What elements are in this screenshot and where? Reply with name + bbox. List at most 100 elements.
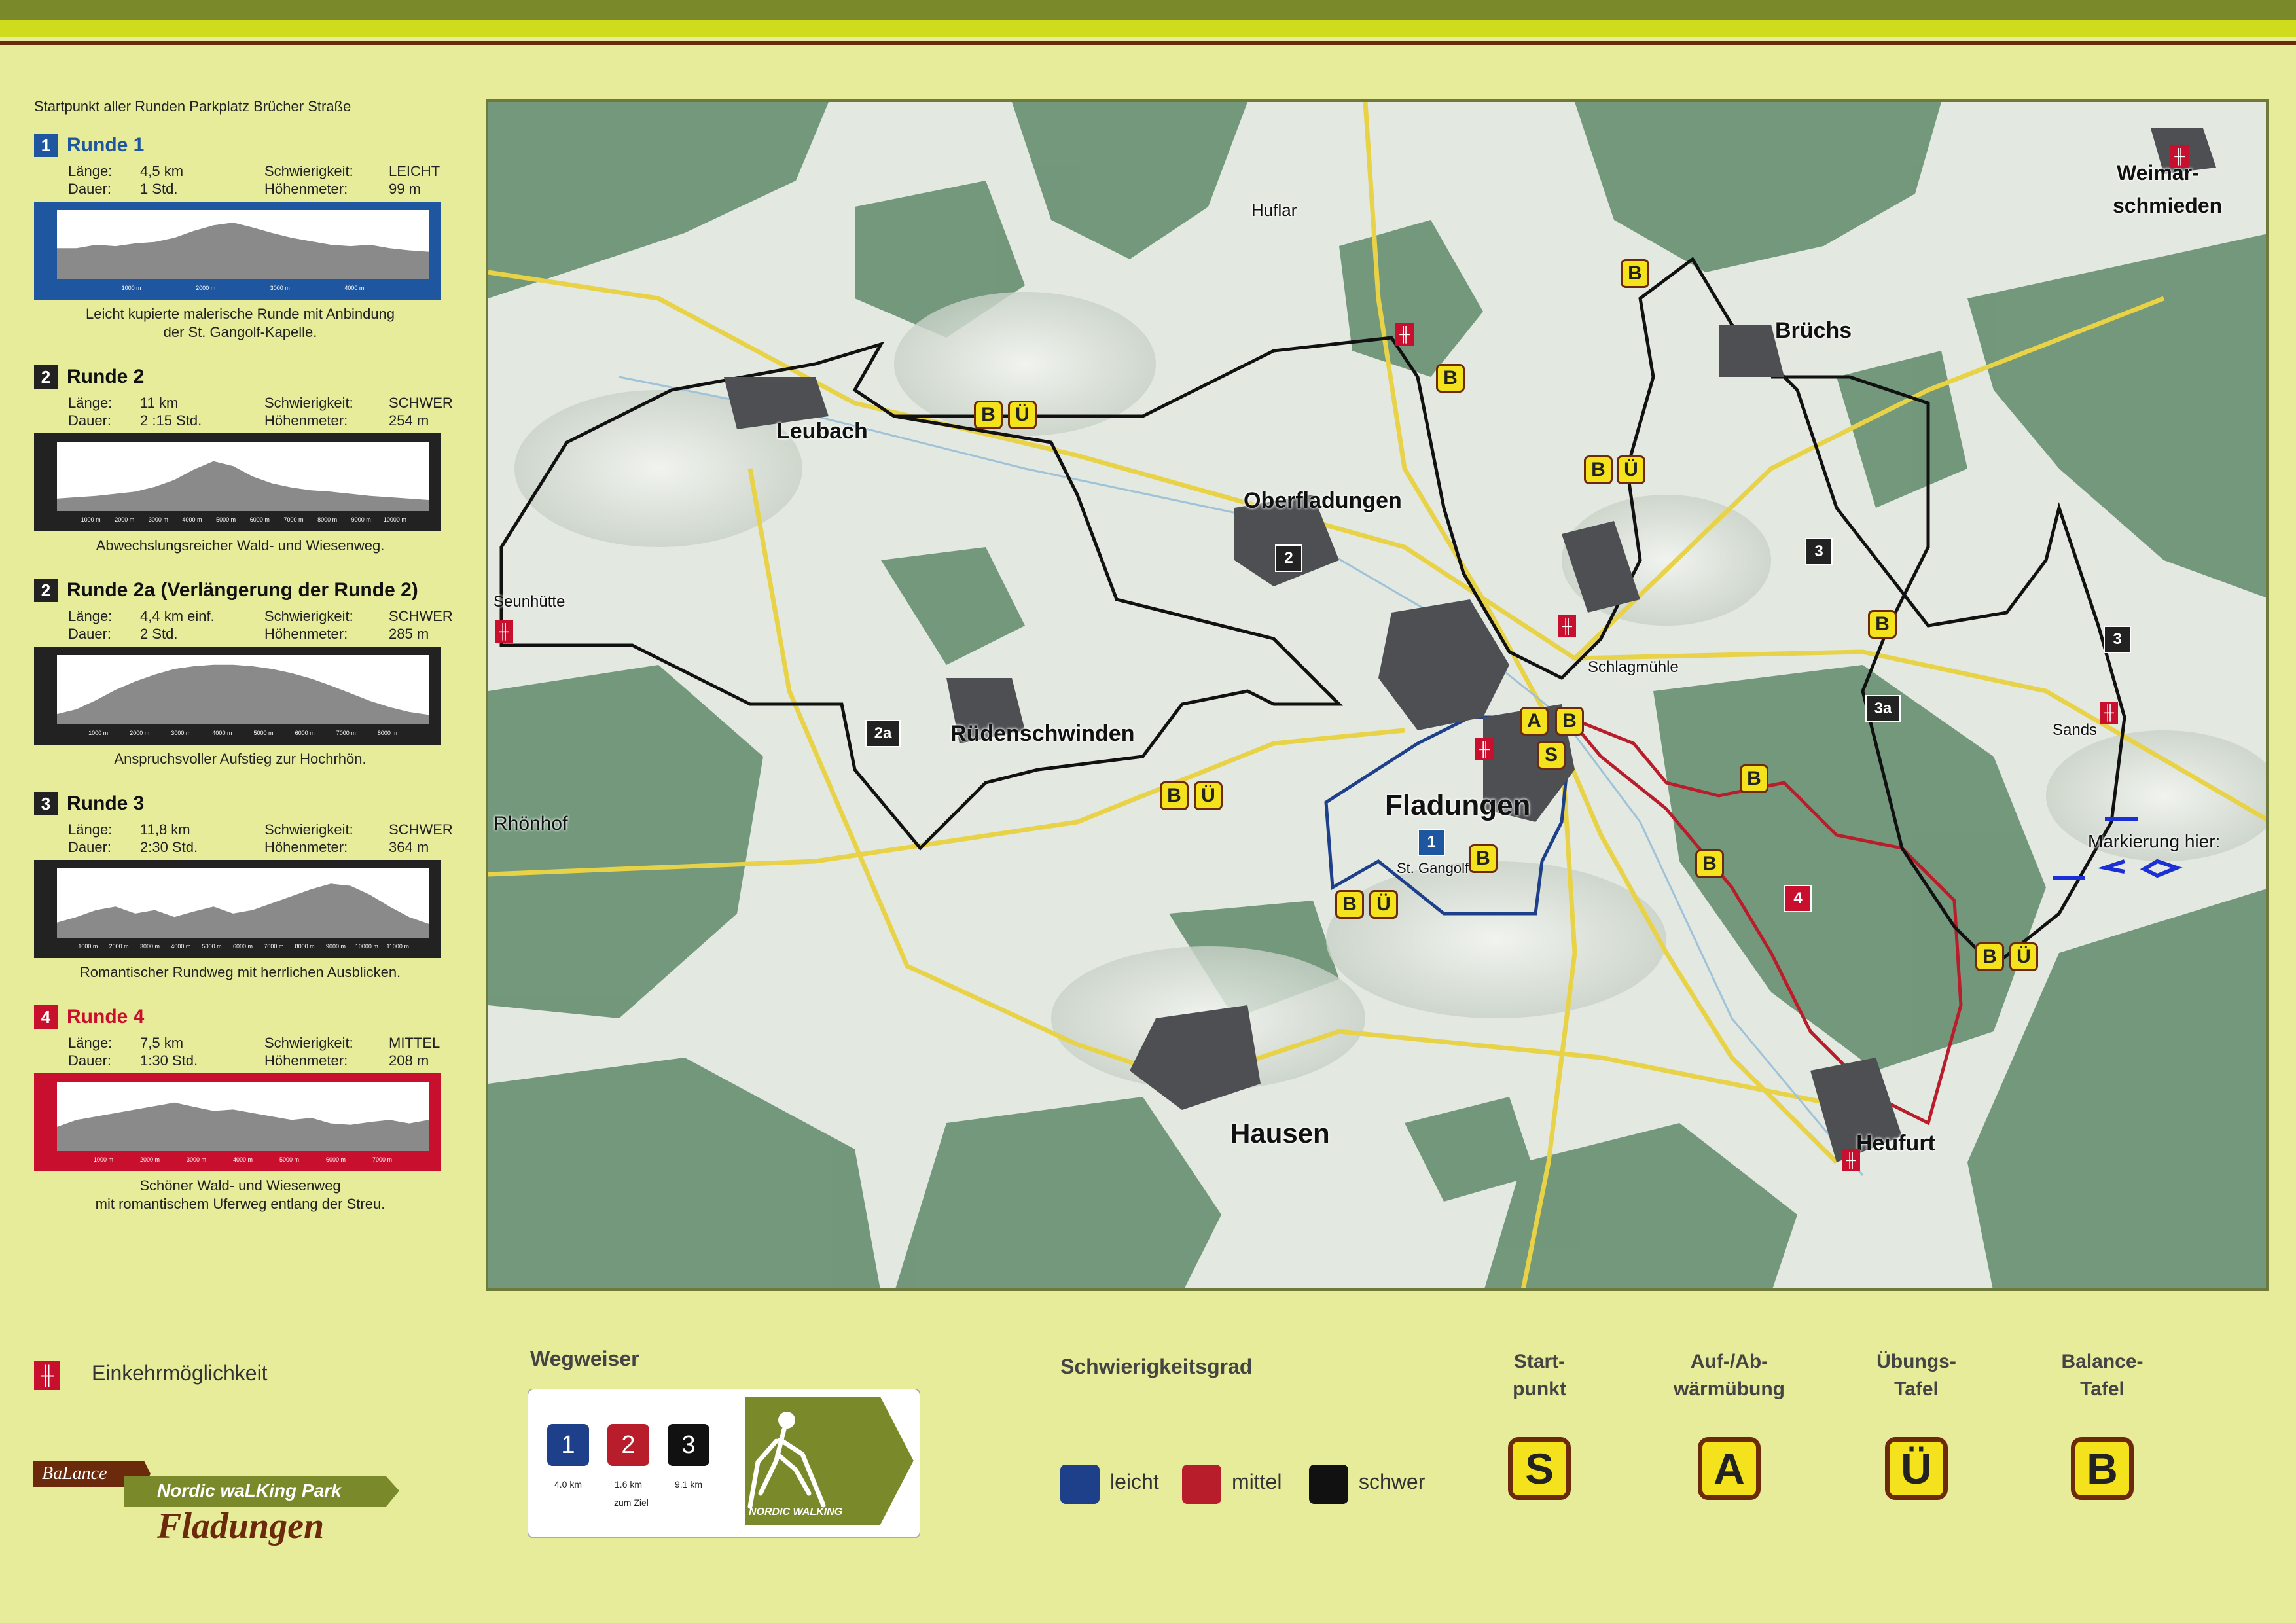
station-marker[interactable]: Ü (1369, 890, 1398, 919)
station-marker[interactable]: B (1335, 890, 1364, 919)
difficulty-level-label: schwer (1359, 1470, 1426, 1493)
station-marker[interactable]: B (1868, 610, 1897, 639)
restaurant-icon[interactable]: ╫ (2170, 145, 2189, 168)
restaurant-icon[interactable]: ╫ (495, 620, 513, 643)
description-line: Abwechslungsreicher Wald- und Wiesenweg. (96, 537, 385, 554)
station-marker[interactable]: B (1740, 764, 1768, 793)
station-marker[interactable]: S (1537, 741, 1566, 770)
route-block: 4 Runde 4 Länge: 7,5 km Schwierigkeit: M… (34, 1004, 446, 1213)
route-badge: 4 (34, 1005, 58, 1029)
route-map[interactable]: Leubach Oberfladungen Rüdenschwinden Fladun… (486, 99, 2269, 1291)
elevation-profile: 1000 m 2000 m 3000 m 4000 m (34, 202, 441, 300)
category-title-line: punkt (1513, 1378, 1566, 1400)
duration-value: 2 :15 Std. (140, 412, 202, 429)
elevation-label: Höhenmeter: (264, 412, 348, 429)
description-line: Anspruchsvoller Aufstieg zur Hochrhön. (114, 751, 367, 767)
station-marker[interactable]: B (1160, 781, 1189, 810)
category-title-line: Tafel (1894, 1378, 1939, 1400)
route-number-marker[interactable]: 2 (1275, 544, 1302, 572)
difficulty-value: SCHWER (389, 395, 453, 411)
profile-tick-label: 2000 m (130, 730, 149, 736)
station-marker[interactable]: A (1520, 707, 1549, 736)
category-title-line: Balance- (2061, 1351, 2144, 1372)
profile-tick-label: 5000 m (202, 943, 222, 950)
profile-tick-label: 6000 m (295, 730, 315, 736)
duration-value: 2 Std. (140, 626, 178, 642)
difficulty-level-label: leicht (1110, 1470, 1159, 1493)
station-marker[interactable]: Ü (2009, 942, 2038, 971)
length-label: Länge: (68, 395, 113, 411)
profile-tick-label: 8000 m (295, 943, 315, 950)
profile-tick-label: 1000 m (88, 730, 108, 736)
difficulty-value: SCHWER (389, 821, 453, 838)
profile-tick-label: 1000 m (122, 285, 141, 291)
route-title[interactable]: Runde 1 (67, 134, 144, 156)
restaurant-icon[interactable]: ╫ (2100, 702, 2118, 724)
difficulty-swatch (1309, 1465, 1348, 1504)
category-marker: Ü (1885, 1437, 1948, 1500)
difficulty-level-label: mittel (1232, 1470, 1282, 1493)
elevation-profile: 1000 m 2000 m 3000 m 4000 m 5000 m 6000 m 7000… (34, 433, 441, 531)
length-value: 11 km (140, 395, 179, 411)
profile-tick-label: 1000 m (94, 1156, 113, 1163)
category-title-line: Auf-/Ab- (1690, 1351, 1768, 1372)
restaurant-icon[interactable]: ╫ (1842, 1149, 1860, 1171)
route-number-marker[interactable]: 2a (865, 720, 901, 747)
route-number-marker[interactable]: 3 (1805, 538, 1833, 565)
station-marker[interactable]: B (1975, 942, 2004, 971)
route-number-marker[interactable]: 1 (1418, 829, 1445, 856)
place-label: schmieden (2113, 194, 2223, 217)
elevation-value: 208 m (389, 1052, 429, 1069)
restaurant-icon[interactable]: ╫ (1475, 738, 1494, 760)
place-label: St. Gangolf (1397, 860, 1469, 876)
profile-tick-label: 7000 m (372, 1156, 392, 1163)
profile-tick-label: 1000 m (81, 516, 101, 523)
profile-tick-label: 4000 m (171, 943, 190, 950)
length-value: 7,5 km (140, 1035, 184, 1051)
profile-tick-label: 7000 m (283, 516, 303, 523)
place-label: Brüchs (1775, 318, 1852, 343)
station-marker[interactable]: B (1436, 364, 1465, 393)
length-value: 11,8 km (140, 821, 190, 838)
elevation-value: 99 m (389, 181, 421, 197)
profile-tick-label: 2000 m (109, 943, 129, 950)
station-marker[interactable]: B (1584, 455, 1613, 484)
route-title[interactable]: Runde 2a (Verlängerung der Runde 2) (67, 579, 418, 601)
station-marker[interactable]: B (1695, 849, 1724, 878)
station-marker[interactable]: B (1555, 707, 1584, 736)
restaurant-icon[interactable]: ╫ (1558, 615, 1576, 637)
description-line: der St. Gangolf-Kapelle. (163, 324, 317, 340)
profile-tick-label: 3000 m (187, 1156, 206, 1163)
profile-tick-label: 2000 m (140, 1156, 160, 1163)
route-badge: 1 (34, 134, 58, 157)
restaurant-icon[interactable]: ╫ (1395, 323, 1414, 346)
station-marker[interactable]: B (974, 401, 1003, 429)
restaurant-legend-icon: ╫ (34, 1361, 60, 1390)
category-title-line: Start- (1513, 1351, 1566, 1372)
route-number-marker[interactable]: 4 (1784, 885, 1812, 912)
route-badge: 3 (34, 792, 58, 815)
category-marker: S (1508, 1437, 1571, 1500)
profile-tick-label: 10000 m (355, 943, 378, 950)
profile-tick-label: 6000 m (326, 1156, 346, 1163)
wegweiser-number: 1 (547, 1424, 589, 1466)
route-title[interactable]: Runde 3 (67, 793, 144, 815)
route-title[interactable]: Runde 4 (67, 1006, 144, 1028)
elevation-label: Höhenmeter: (264, 181, 348, 197)
description-line: Schöner Wald- und Wiesenweg (139, 1177, 341, 1194)
route-number-marker[interactable]: 3a (1865, 695, 1901, 722)
wegweiser-number: 3 (668, 1424, 709, 1466)
profile-tick-label: 4000 m (183, 516, 202, 523)
station-marker[interactable]: B (1469, 844, 1498, 873)
category-marker: A (1698, 1437, 1761, 1500)
station-marker[interactable]: Ü (1617, 455, 1645, 484)
difficulty-label: Schwierigkeit: (264, 1035, 353, 1051)
station-marker[interactable]: B (1621, 259, 1649, 288)
station-marker[interactable]: Ü (1194, 781, 1223, 810)
length-value: 4,4 km einf. (140, 608, 215, 624)
route-number-marker[interactable]: 3 (2104, 626, 2131, 653)
station-marker[interactable]: Ü (1008, 401, 1037, 429)
profile-tick-label: 5000 m (279, 1156, 299, 1163)
route-title[interactable]: Runde 2 (67, 366, 144, 388)
profile-tick-label: 2000 m (196, 285, 215, 291)
